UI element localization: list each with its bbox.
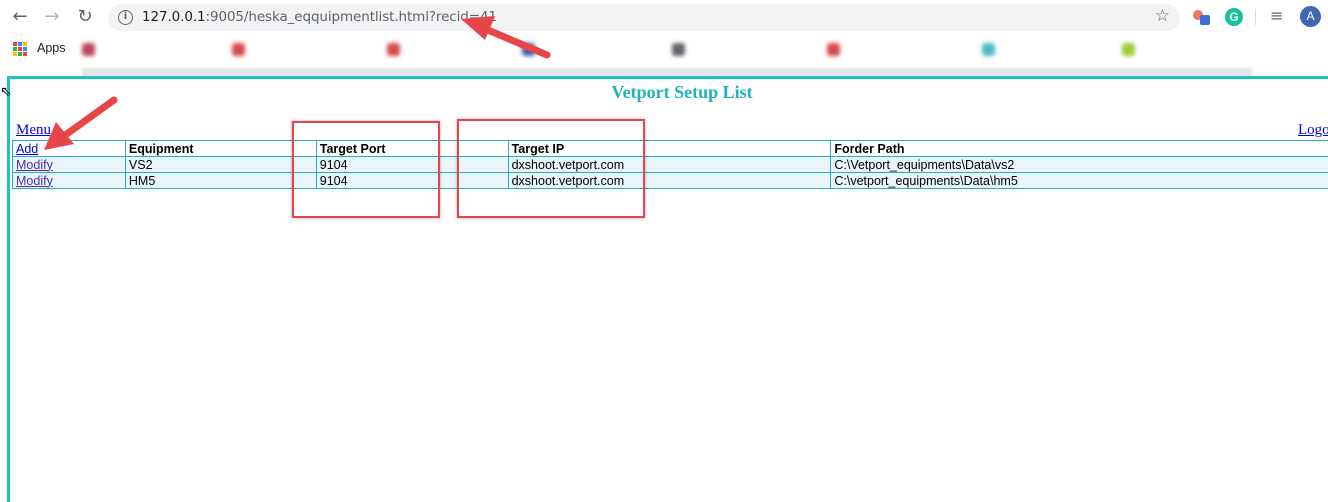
table-row: Modify VS2 9104 dxshoot.vetport.com C:\V… xyxy=(12,156,1328,173)
add-link[interactable]: Add xyxy=(16,142,38,156)
address-bar[interactable]: i 127.0.0.1:9005/heska_eqquipmentlist.ht… xyxy=(108,4,1180,31)
modify-link[interactable]: Modify xyxy=(16,174,53,188)
table-row: Modify HM5 9104 dxshoot.vetport.com C:\v… xyxy=(12,172,1328,189)
header-forder-path: Forder Path xyxy=(830,140,1328,157)
reload-icon[interactable]: ↻ xyxy=(74,6,96,28)
forward-icon[interactable]: → xyxy=(41,6,63,28)
avatar[interactable]: A xyxy=(1300,6,1321,27)
url-text[interactable]: 127.0.0.1:9005/heska_eqquipmentlist.html… xyxy=(142,9,497,25)
annotation-box-port xyxy=(292,121,440,218)
grammarly-icon[interactable]: G xyxy=(1225,8,1243,26)
path-cell: C:\Vetport_equipments\Data\vs2 xyxy=(830,156,1328,173)
info-icon[interactable]: i xyxy=(118,10,133,25)
path-cell: C:\vetport_equipments\Data\hm5 xyxy=(830,172,1328,189)
back-icon[interactable]: ← xyxy=(9,6,31,28)
annotation-arrow-add xyxy=(44,96,118,150)
url-path: :9005/heska_eqquipmentlist.html?recid=41 xyxy=(205,9,498,25)
equipment-cell: HM5 xyxy=(124,172,317,189)
action-cell: Modify xyxy=(12,172,126,189)
logout-link[interactable]: Logo xyxy=(1298,122,1328,139)
header-equipment: Equipment xyxy=(124,140,317,157)
star-icon[interactable]: ☆ xyxy=(1155,6,1170,26)
apps-icon[interactable] xyxy=(13,42,27,56)
extension-icon[interactable] xyxy=(1193,8,1211,26)
page-title: Vetport Setup List xyxy=(611,82,753,102)
equipment-table: Add Equipment Target Port Target IP Ford… xyxy=(12,140,1328,189)
media-queue-icon[interactable]: ≡ xyxy=(1270,6,1283,25)
annotation-box-ip xyxy=(457,119,645,218)
browser-toolbar: ← → ↻ i 127.0.0.1:9005/heska_eqquipmentl… xyxy=(0,0,1328,34)
toolbar-separator xyxy=(1255,9,1256,25)
url-host: 127.0.0.1 xyxy=(142,9,206,25)
apps-label[interactable]: Apps xyxy=(37,41,66,55)
table-header-row: Add Equipment Target Port Target IP Ford… xyxy=(12,140,1328,157)
annotation-arrow-url xyxy=(461,16,551,59)
equipment-cell: VS2 xyxy=(124,156,317,173)
